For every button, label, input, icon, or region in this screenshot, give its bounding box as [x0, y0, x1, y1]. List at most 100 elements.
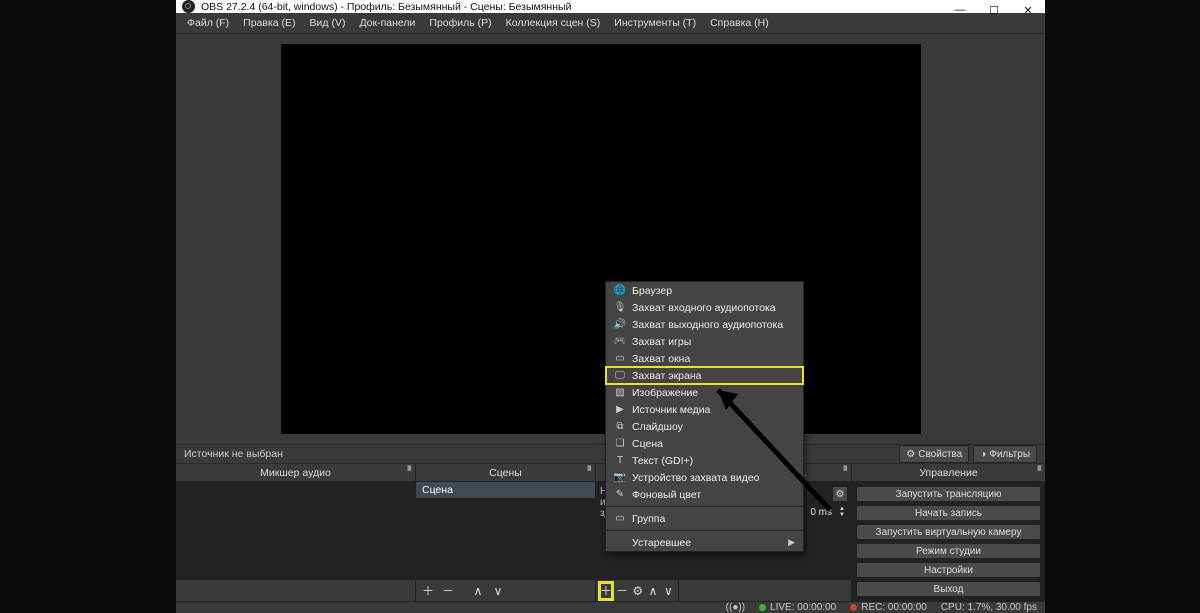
source-status-text: Источник не выбран	[184, 448, 283, 460]
window-capture-icon: ▭	[612, 353, 628, 364]
ctx-label: Устройство захвата видео	[632, 472, 760, 484]
menu-edit[interactable]: Правка (E)	[236, 13, 302, 34]
window-controls: — ☐ ✕	[943, 0, 1045, 20]
popout-icon[interactable]: ▝	[584, 466, 591, 477]
start-virtual-cam-button[interactable]: Запустить виртуальную камеру	[856, 524, 1041, 540]
ctx-media-source[interactable]: ▶ Источник медиа	[606, 401, 803, 418]
media-source-icon: ▶	[612, 404, 628, 415]
ctx-display-capture[interactable]: 🖵 Захват экрана	[606, 367, 803, 384]
menu-docks[interactable]: Док-панели	[352, 13, 422, 34]
remove-scene-button[interactable]: －	[440, 583, 456, 599]
remove-source-button[interactable]: －	[616, 583, 628, 599]
filters-button[interactable]: ◑Фильтры	[973, 445, 1037, 463]
start-streaming-button[interactable]: Запустить трансляцию	[856, 486, 1041, 502]
dock-scenes: Сцены ▝ Сцена ＋ － ∧ ∨	[416, 464, 596, 601]
duration-value[interactable]: 0 ms	[810, 507, 832, 518]
menu-view[interactable]: Вид (V)	[303, 13, 353, 34]
popout-icon[interactable]: ▝	[404, 466, 411, 477]
ctx-group[interactable]: ▭ Группа	[606, 510, 803, 527]
ctx-label: Сцена	[632, 438, 663, 450]
ctx-window-capture[interactable]: ▭ Захват окна	[606, 350, 803, 367]
ctx-text-gdi[interactable]: T Текст (GDI+)	[606, 452, 803, 469]
studio-mode-button[interactable]: Режим студии	[856, 543, 1041, 559]
ctx-label: Источник медиа	[632, 404, 710, 416]
audio-output-icon: 🔊	[612, 319, 628, 330]
ctx-scene[interactable]: ❏ Сцена	[606, 435, 803, 452]
popout-icon[interactable]: ▝	[1034, 466, 1041, 477]
ctx-label: Фоновый цвет	[632, 489, 701, 501]
video-capture-icon: 📷	[612, 472, 628, 483]
window-title: OBS 27.2.4 (64-bit, windows) - Профиль: …	[201, 1, 571, 13]
color-source-icon: ✎	[612, 489, 628, 500]
group-icon: ▭	[612, 513, 628, 524]
scene-item[interactable]: Сцена	[416, 482, 595, 498]
ctx-label: Захват окна	[632, 353, 690, 365]
status-rec: REC: 00:00:00	[861, 602, 927, 613]
image-icon: ▧	[612, 387, 628, 398]
transition-settings-button[interactable]: ⚙	[832, 486, 848, 502]
live-indicator-icon	[759, 604, 766, 611]
add-scene-button[interactable]: ＋	[420, 583, 436, 599]
ctx-color-source[interactable]: ✎ Фоновый цвет	[606, 486, 803, 503]
minimize-button[interactable]: —	[943, 0, 977, 20]
ctx-label: Захват выходного аудиопотока	[632, 319, 783, 331]
menu-profile[interactable]: Профиль (P)	[422, 13, 498, 34]
ctx-label: Захват входного аудиопотока	[632, 302, 776, 314]
titlebar: OBS 27.2.4 (64-bit, windows) - Профиль: …	[176, 0, 1045, 13]
ctx-label: Устаревшее	[632, 537, 691, 549]
dock-title: Микшер аудио	[260, 467, 331, 479]
dock-controls: Управление ▝ Запустить трансляцию Начать …	[852, 464, 1045, 601]
chevron-right-icon: ▶	[788, 537, 795, 548]
settings-button[interactable]: Настройки	[856, 562, 1041, 578]
ctx-label: Захват экрана	[632, 370, 702, 382]
ctx-label: Группа	[632, 513, 665, 525]
status-network-icon: ((●))	[726, 602, 745, 613]
preview-canvas[interactable]	[281, 44, 921, 434]
start-recording-button[interactable]: Начать запись	[856, 505, 1041, 521]
audio-input-icon: 🎙	[612, 302, 628, 313]
ctx-audio-input[interactable]: 🎙 Захват входного аудиопотока	[606, 299, 803, 316]
add-source-context-menu: 🌐Браузер 🎙 Захват входного аудиопотока 🔊 Зах…	[605, 281, 804, 552]
maximize-button[interactable]: ☐	[977, 0, 1011, 20]
ctx-label: Захват игры	[632, 336, 691, 348]
scene-up-button[interactable]: ∧	[470, 583, 486, 599]
popout-icon[interactable]: ▝	[840, 466, 847, 477]
dock-audio-mixer: Микшер аудио ▝	[176, 464, 416, 601]
ctx-image[interactable]: ▧ Изображение	[606, 384, 803, 401]
gear-icon: ⚙	[906, 449, 915, 460]
properties-button[interactable]: ⚙Свойства	[899, 445, 969, 463]
filters-icon: ◑	[980, 449, 986, 460]
ctx-slideshow[interactable]: ⧉Слайдшоу	[606, 418, 803, 435]
ctx-game-capture[interactable]: 🎮Захват игры	[606, 333, 803, 350]
ctx-browser[interactable]: 🌐Браузер	[606, 282, 803, 299]
ctx-label: Изображение	[632, 387, 698, 399]
menu-help[interactable]: Справка (H)	[703, 13, 776, 34]
ctx-video-capture[interactable]: 📷 Устройство захвата видео	[606, 469, 803, 486]
duration-spinner[interactable]: ▲▼	[836, 506, 848, 518]
exit-button[interactable]: Выход	[856, 581, 1041, 597]
scene-icon: ❏	[612, 438, 628, 449]
source-down-button[interactable]: ∨	[663, 583, 674, 599]
menu-file[interactable]: Файл (F)	[180, 13, 236, 34]
dock-title: Управление	[919, 467, 977, 479]
ctx-label: Текст (GDI+)	[632, 455, 693, 467]
display-capture-icon: 🖵	[612, 370, 628, 381]
ctx-label: Браузер	[632, 285, 672, 297]
add-source-button[interactable]: ＋	[600, 583, 612, 599]
dock-title: Сцены	[489, 467, 522, 479]
status-cpu: CPU: 1.7%, 30.00 fps	[941, 602, 1037, 613]
menubar: Файл (F) Правка (E) Вид (V) Док-панели П…	[176, 13, 1045, 34]
scene-down-button[interactable]: ∨	[490, 583, 506, 599]
source-up-button[interactable]: ∧	[647, 583, 658, 599]
text-gdi-icon: T	[612, 455, 628, 466]
ctx-deprecated[interactable]: Устаревшее ▶	[606, 534, 803, 551]
ctx-audio-output[interactable]: 🔊 Захват выходного аудиопотока	[606, 316, 803, 333]
statusbar: ((●)) LIVE: 00:00:00 REC: 00:00:00 CPU: …	[176, 601, 1045, 613]
close-button[interactable]: ✕	[1011, 0, 1045, 20]
ctx-label: Слайдшоу	[632, 421, 683, 433]
menu-tools[interactable]: Инструменты (T)	[607, 13, 703, 34]
status-live: LIVE: 00:00:00	[770, 602, 836, 613]
menu-scene-collection[interactable]: Коллекция сцен (S)	[499, 13, 608, 34]
source-settings-button[interactable]: ⚙	[632, 583, 643, 599]
app-icon	[182, 0, 195, 13]
